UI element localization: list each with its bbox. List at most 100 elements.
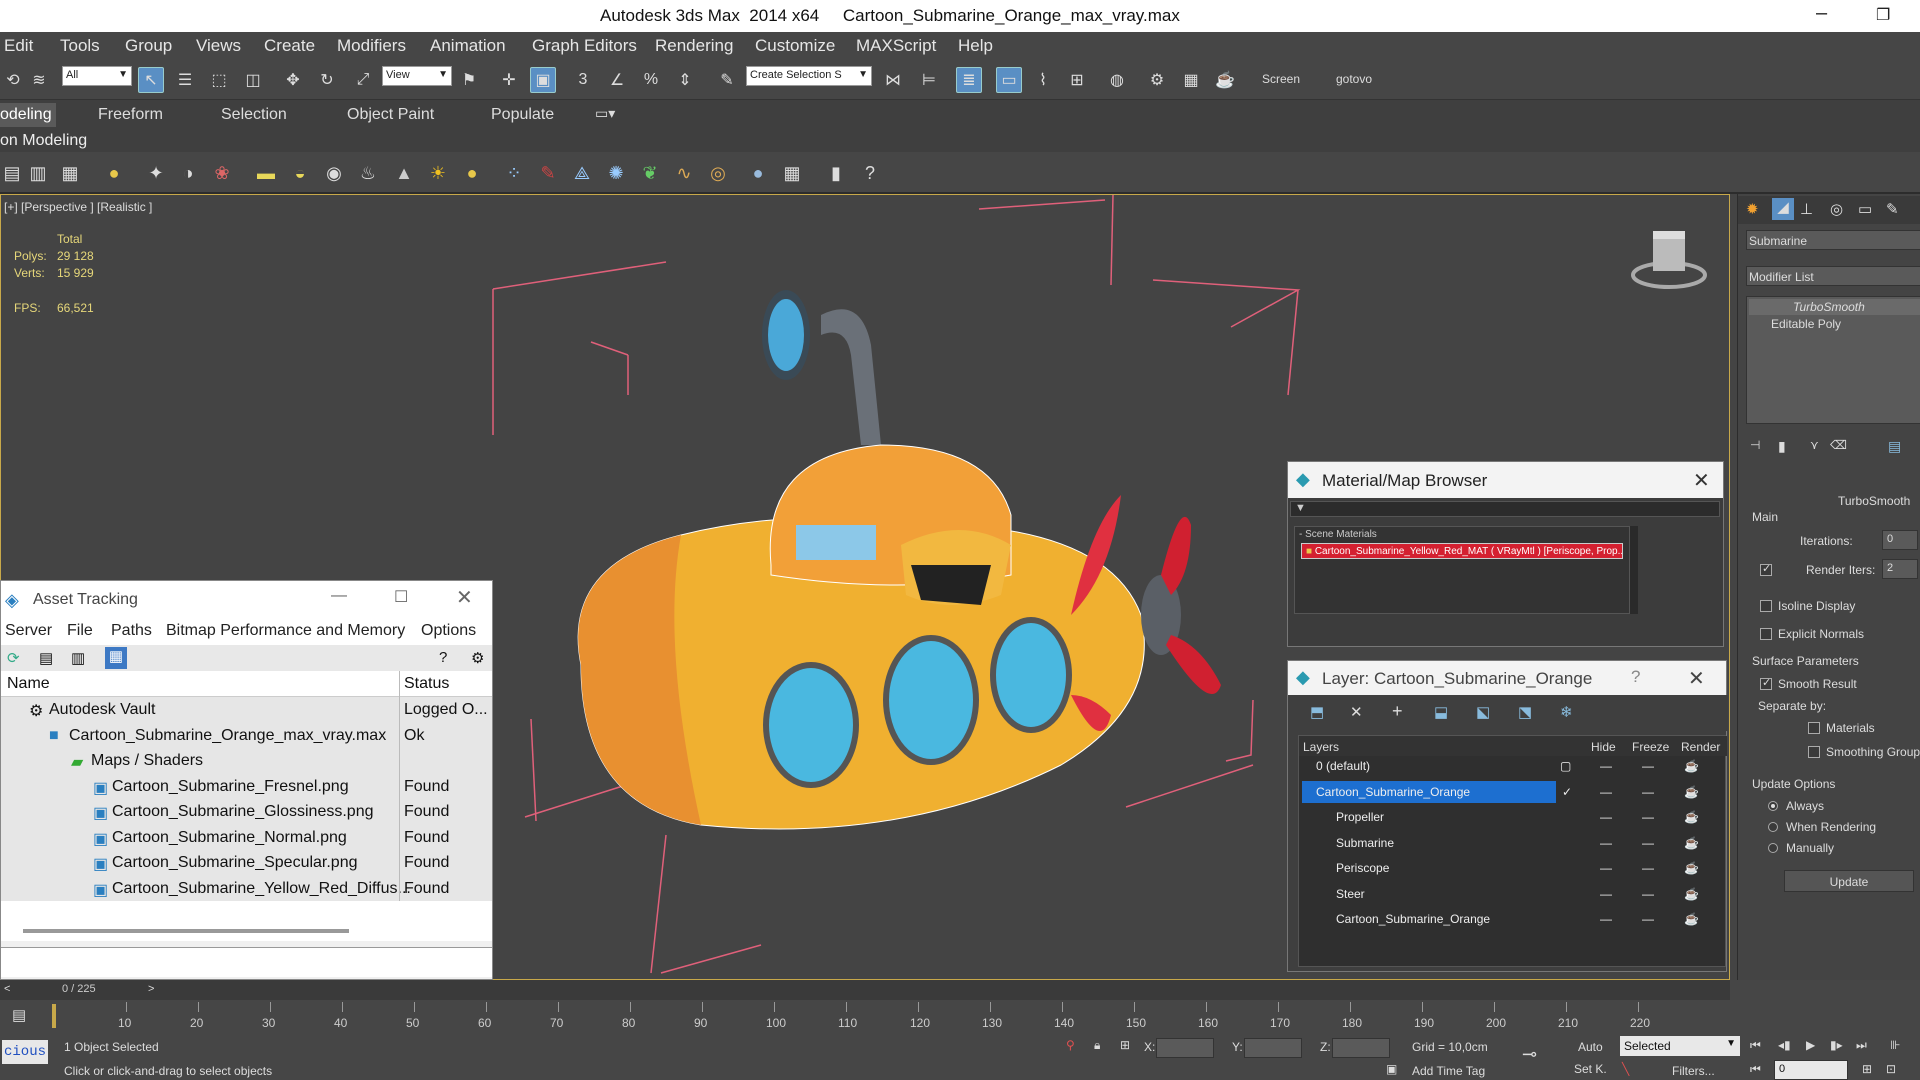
pivot-center-icon[interactable]: ⚑	[456, 67, 482, 93]
object-name-field[interactable]: Submarine	[1746, 230, 1920, 250]
help-icon[interactable]: ?	[858, 161, 882, 185]
menu-customize[interactable]: Customize	[755, 36, 835, 56]
viewcube[interactable]	[1631, 231, 1707, 289]
select-manipulate-icon[interactable]: ✛	[496, 67, 522, 93]
freeze-toggle[interactable]: —	[1642, 887, 1654, 901]
remove-modifier-icon[interactable]: ⌫	[1830, 438, 1847, 452]
proxy-icon[interactable]: ✺	[604, 161, 628, 185]
delete-layer-icon[interactable]: ✕	[1350, 703, 1363, 721]
help-icon[interactable]: ?	[439, 649, 447, 666]
menu-create[interactable]: Create	[264, 36, 315, 56]
column-name[interactable]: Name	[7, 675, 50, 693]
plant-icon[interactable]: ❦	[638, 161, 662, 185]
column-hide[interactable]: Hide	[1591, 740, 1616, 754]
isoline-display-checkbox[interactable]	[1760, 600, 1772, 612]
film-icon[interactable]: ❀	[210, 161, 234, 185]
list-item[interactable]: ▣ Cartoon_Submarine_Yellow_Red_Diffus... F…	[1, 875, 492, 901]
sun-icon[interactable]: ☀	[426, 161, 450, 185]
save-icon[interactable]: ▮	[824, 161, 848, 185]
menu-help[interactable]: Help	[958, 36, 993, 56]
vertical-scrollbar[interactable]	[1630, 526, 1638, 614]
modify-tab-icon[interactable]: ◢	[1772, 198, 1794, 220]
layer-row[interactable]: Steer — — ☕	[1298, 882, 1718, 907]
horizontal-scrollbar[interactable]	[1, 921, 492, 941]
select-by-name-icon[interactable]: ☰	[172, 67, 198, 93]
render-toggle-icon[interactable]: ☕	[1684, 887, 1699, 901]
time-tag-icon[interactable]: ▣	[1386, 1062, 1397, 1076]
select-object-icon[interactable]: ↖	[138, 67, 164, 93]
scene-materials-label[interactable]: - Scene Materials	[1299, 529, 1377, 540]
tab-modeling[interactable]: odeling	[0, 103, 56, 127]
close-icon[interactable]: ✕	[456, 585, 473, 610]
smooth-result-checkbox[interactable]: ✓	[1760, 677, 1772, 690]
teapot-icon[interactable]: ♨	[356, 161, 380, 185]
hide-toggle[interactable]: —	[1600, 887, 1612, 901]
render-toggle-icon[interactable]: ☕	[1684, 785, 1699, 799]
material-editor-icon[interactable]: ◍	[1104, 67, 1130, 93]
hide-toggle[interactable]: —	[1600, 759, 1612, 773]
render-grid-icon[interactable]: ▦	[780, 161, 804, 185]
manually-radio[interactable]	[1768, 843, 1778, 853]
rotate-icon[interactable]: ↻	[314, 67, 340, 93]
restore-icon[interactable]: ❐	[1876, 5, 1890, 25]
next-frame-icon[interactable]: ▮▸	[1830, 1038, 1843, 1052]
graphite-tool-3-icon[interactable]: ▦	[58, 161, 82, 185]
menu-rendering[interactable]: Rendering	[655, 36, 733, 56]
bind-space-warp-icon[interactable]: ≋	[26, 67, 52, 93]
current-frame-field[interactable]: 0	[1774, 1060, 1848, 1080]
add-time-tag[interactable]: Add Time Tag	[1412, 1064, 1485, 1078]
check-icon[interactable]: ✓	[1562, 785, 1572, 799]
menu-animation[interactable]: Animation	[430, 36, 506, 56]
layer-row[interactable]: 0 (default) ▢ — — ☕	[1298, 754, 1718, 779]
stack-item-turbosmooth[interactable]: TurboSmooth	[1749, 299, 1920, 315]
close-icon[interactable]: ✕	[1688, 666, 1705, 691]
list-item[interactable]: ▰ Maps / Shaders	[1, 748, 492, 774]
close-icon[interactable]: ✕	[1693, 468, 1710, 493]
configure-sets-icon[interactable]: ▤	[1888, 438, 1901, 455]
maxscript-listener[interactable]: cious	[2, 1040, 49, 1064]
graphite-tool-1-icon[interactable]: ▤	[0, 161, 24, 185]
selection-filter-dropdown[interactable]: All ▼	[62, 66, 132, 86]
layer-row-selected[interactable]: Cartoon_Submarine_Orange ✓ — — ☕	[1298, 780, 1718, 805]
time-slider-next-icon[interactable]: >	[148, 983, 154, 995]
modifier-tool-icon[interactable]: ✦	[144, 161, 168, 185]
shell-icon[interactable]: ◑	[176, 161, 200, 185]
y-coordinate-field[interactable]	[1244, 1038, 1302, 1058]
always-radio[interactable]	[1768, 801, 1778, 811]
menu-modifiers[interactable]: Modifiers	[337, 36, 406, 56]
freeze-toggle[interactable]: —	[1642, 836, 1654, 850]
update-button[interactable]: Update	[1784, 870, 1914, 892]
key-filter-icon[interactable]: ╲	[1622, 1062, 1629, 1076]
turbosmooth-rollout[interactable]: TurboSmooth	[1838, 494, 1910, 508]
menu-options[interactable]: Options	[421, 622, 476, 640]
freeze-toggle[interactable]: —	[1642, 759, 1654, 773]
mirror-icon[interactable]: ⋈	[880, 67, 906, 93]
goto-start-icon[interactable]: ⏮	[1750, 1038, 1761, 1053]
material-item[interactable]: ■ Cartoon_Submarine_Yellow_Red_MAT ( VRa…	[1301, 543, 1623, 559]
hide-toggle[interactable]: —	[1600, 912, 1612, 926]
time-slider[interactable]: < 0 / 225 >	[0, 980, 1730, 1000]
dome-icon[interactable]: ◒	[288, 161, 312, 185]
cone-icon[interactable]: ▲	[392, 161, 416, 185]
display-tab-icon[interactable]: ▭	[1858, 200, 1872, 218]
play-icon[interactable]: ▶	[1806, 1038, 1815, 1052]
hide-toggle[interactable]: —	[1600, 810, 1612, 824]
filters-button[interactable]: Filters...	[1672, 1064, 1715, 1078]
render-toggle-icon[interactable]: ☕	[1684, 861, 1699, 875]
list-view-icon[interactable]: ▤	[39, 649, 53, 667]
render-production-icon[interactable]: ☕	[1212, 67, 1238, 93]
render-iters-checkbox[interactable]: ✓	[1760, 563, 1772, 576]
window-crossing-icon[interactable]: ◫	[240, 67, 266, 93]
time-config-icon[interactable]: ⊞	[1862, 1062, 1872, 1076]
track-bar[interactable]: ▤ 10 20 30 40 50 60 70 80 90 100 110 120 130 140 150 16…	[0, 1000, 1730, 1034]
pin-stack-icon[interactable]: ⊣	[1750, 438, 1760, 452]
refresh-icon[interactable]: ⟳	[7, 649, 20, 667]
create-tab-icon[interactable]: ✹	[1746, 200, 1759, 218]
angle-snap-icon[interactable]: ∠	[604, 67, 630, 93]
detail-view-icon[interactable]: ▥	[71, 649, 85, 667]
list-item[interactable]: ▣ Cartoon_Submarine_Specular.png Found	[1, 850, 492, 876]
menu-bitmap-performance[interactable]: Bitmap Performance and Memory	[166, 622, 405, 640]
curve-editor-icon[interactable]: ⌇	[1030, 67, 1056, 93]
smoothing-groups-checkbox[interactable]	[1808, 746, 1820, 758]
table-view-icon[interactable]: ▦	[105, 647, 127, 669]
